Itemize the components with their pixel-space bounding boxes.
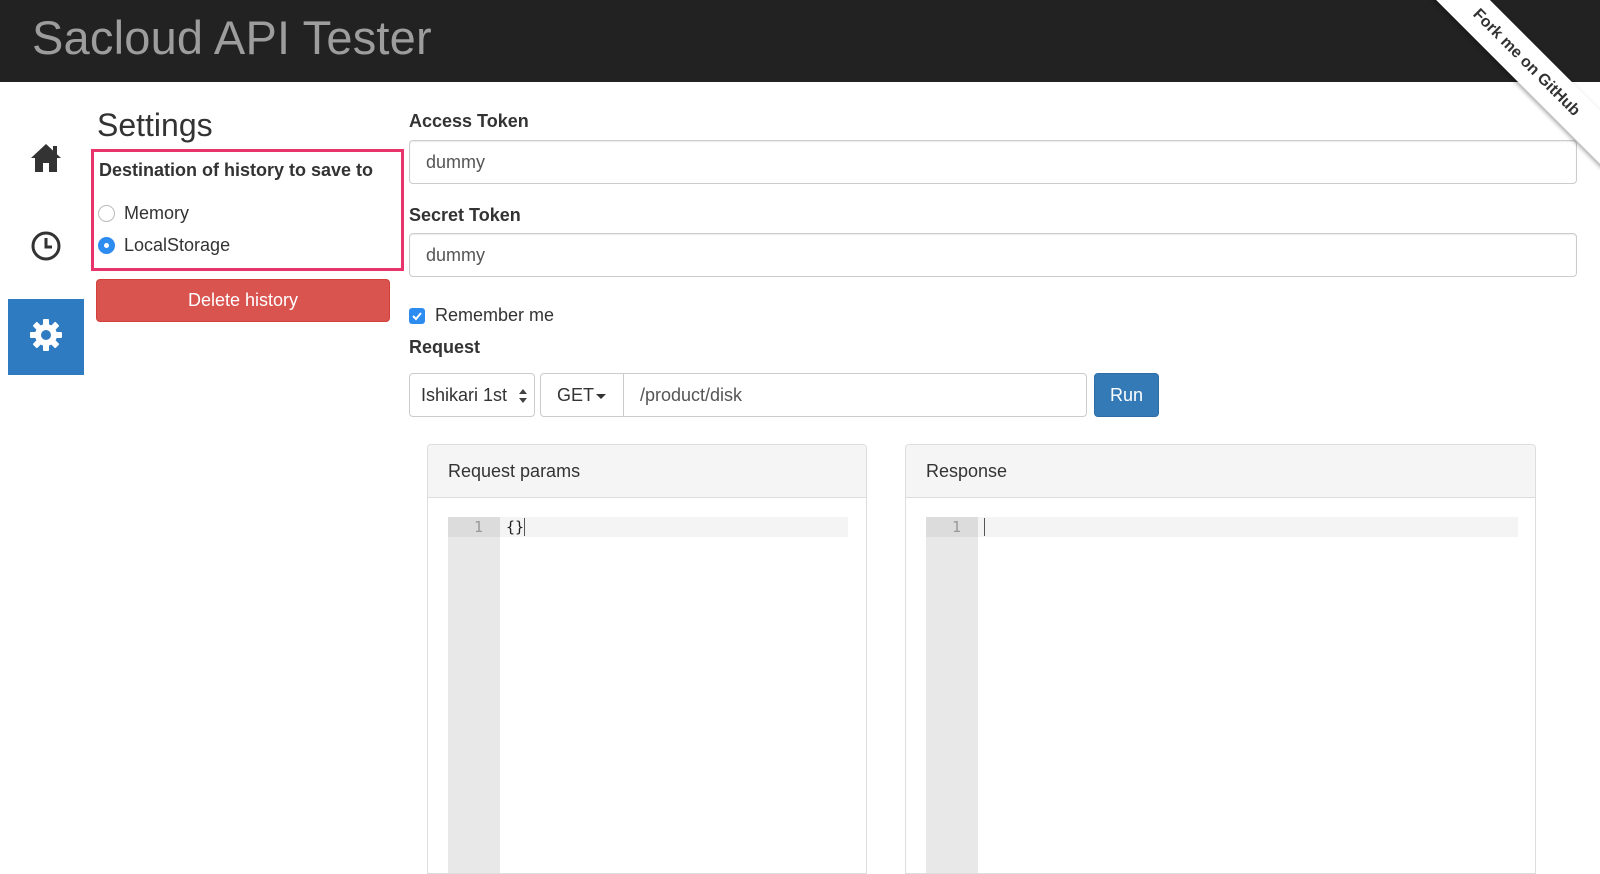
text-cursor (524, 518, 525, 536)
region-select-value: Ishikari 1st (421, 385, 508, 405)
remember-me-checkbox[interactable] (409, 307, 425, 324)
editor-gutter (926, 517, 978, 873)
editor-gutter (448, 517, 500, 873)
sidebar-item-home[interactable] (8, 122, 84, 198)
gear-icon (29, 318, 63, 357)
access-token-input[interactable]: dummy (409, 140, 1577, 184)
active-line (500, 517, 848, 537)
line-number: 1 (448, 517, 500, 537)
github-ribbon-container: Fork me on GitHub (1430, 0, 1600, 170)
remember-me[interactable]: Remember me (409, 305, 554, 326)
radio-localstorage[interactable]: LocalStorage (98, 235, 230, 256)
response-title: Response (906, 445, 1535, 498)
chevron-down-icon (596, 394, 606, 399)
radio-memory[interactable]: Memory (98, 203, 189, 224)
history-destination-group: Destination of history to save to Memory… (91, 149, 404, 271)
secret-token-input[interactable]: dummy (409, 233, 1577, 277)
radio-memory-button[interactable] (98, 205, 115, 222)
checkmark-icon (412, 311, 422, 320)
secret-token-label: Secret Token (409, 205, 521, 225)
response-panel: Response 1 (905, 444, 1536, 874)
sidebar-item-settings[interactable] (8, 299, 84, 375)
request-params-editor[interactable]: 1 {} (448, 517, 848, 873)
history-destination-label: Destination of history to save to (99, 160, 374, 180)
run-button[interactable]: Run (1094, 373, 1159, 417)
sidebar-item-history[interactable] (8, 210, 84, 286)
navbar: Sacloud API Tester (0, 0, 1600, 82)
method-dropdown[interactable]: GET (540, 373, 624, 417)
radio-localstorage-label: LocalStorage (124, 235, 231, 255)
github-ribbon[interactable]: Fork me on GitHub (1430, 0, 1600, 169)
request-params-title: Request params (428, 445, 866, 498)
app-title[interactable]: Sacloud API Tester (32, 10, 432, 65)
active-line (978, 517, 1518, 537)
settings-title: Settings (97, 107, 213, 143)
home-icon (29, 141, 63, 180)
response-editor[interactable]: 1 (926, 517, 1518, 873)
line-number: 1 (926, 517, 978, 537)
request-label: Request (409, 337, 481, 357)
radio-localstorage-button[interactable] (98, 237, 115, 254)
select-arrows-icon (519, 389, 527, 403)
delete-history-button[interactable]: Delete history (96, 279, 390, 322)
request-params-panel: Request params 1 {} (427, 444, 867, 874)
clock-icon (30, 230, 62, 267)
access-token-label: Access Token (409, 111, 529, 131)
path-input[interactable]: /product/disk (623, 373, 1087, 417)
text-cursor (984, 518, 985, 536)
radio-memory-label: Memory (124, 203, 190, 223)
remember-me-label: Remember me (435, 305, 555, 325)
region-select[interactable]: Ishikari 1st (409, 373, 535, 417)
method-dropdown-value: GET (557, 385, 595, 405)
code-line: {} (506, 518, 525, 536)
